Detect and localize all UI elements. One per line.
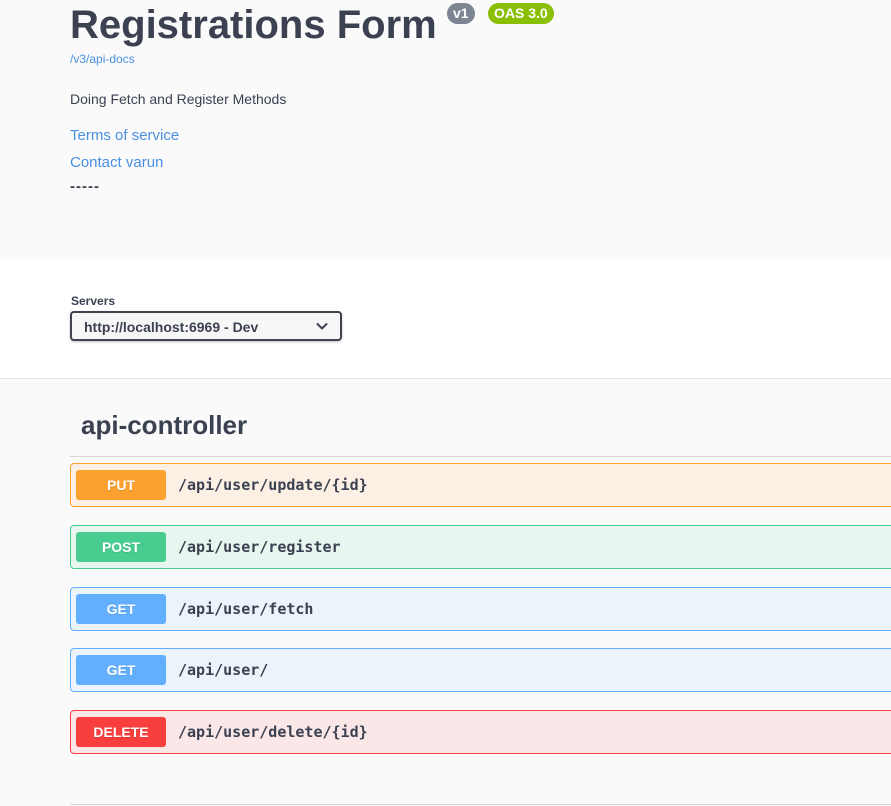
operation-get-fetch[interactable]: GET /api/user/fetch — [70, 587, 891, 631]
terms-of-service-link[interactable]: Terms of service — [70, 127, 179, 144]
operation-post-register[interactable]: POST /api/user/register — [70, 525, 891, 569]
method-badge-get: GET — [76, 594, 166, 624]
controller-title[interactable]: api-controller — [81, 410, 247, 441]
operation-path: /api/user/ — [178, 661, 269, 679]
oas-version-badge: OAS 3.0 — [488, 3, 554, 24]
info-section: Registrations Form v1 OAS 3.0 /v3/api-do… — [0, 0, 891, 257]
operation-delete-user[interactable]: DELETE /api/user/delete/{id} — [70, 710, 891, 754]
api-description: Doing Fetch and Register Methods — [70, 91, 287, 107]
description-divider: ----- — [70, 178, 100, 195]
operation-path: /api/user/update/{id} — [178, 476, 368, 494]
page-title: Registrations Form — [70, 3, 437, 47]
servers-section: Servers http://localhost:6969 - Dev — [0, 257, 891, 379]
contact-link[interactable]: Contact varun — [70, 154, 163, 171]
operation-put-update-user[interactable]: PUT /api/user/update/{id} — [70, 463, 891, 507]
method-badge-put: PUT — [76, 470, 166, 500]
section-bottom-divider — [70, 804, 891, 805]
operation-path: /api/user/fetch — [178, 600, 314, 618]
api-docs-link[interactable]: /v3/api-docs — [70, 52, 135, 66]
operation-path: /api/user/register — [178, 538, 341, 556]
operation-get-user[interactable]: GET /api/user/ — [70, 648, 891, 692]
operation-path: /api/user/delete/{id} — [178, 723, 368, 741]
method-badge-get: GET — [76, 655, 166, 685]
version-badge: v1 — [447, 3, 475, 24]
servers-label: Servers — [71, 294, 116, 308]
server-select-value: http://localhost:6969 - Dev — [84, 319, 259, 335]
method-badge-delete: DELETE — [76, 717, 166, 747]
method-badge-post: POST — [76, 532, 166, 562]
chevron-down-icon — [316, 323, 328, 330]
server-select[interactable]: http://localhost:6969 - Dev — [70, 311, 342, 341]
controller-divider — [70, 456, 891, 457]
